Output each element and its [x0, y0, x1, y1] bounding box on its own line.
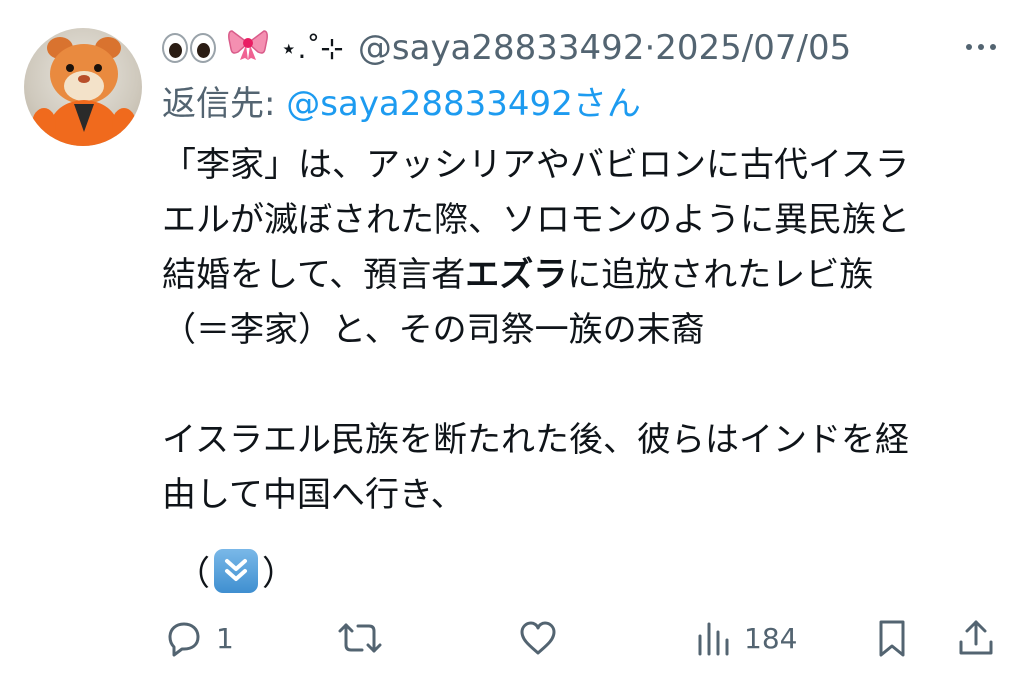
- bookmark-button[interactable]: [870, 612, 914, 664]
- user-handle[interactable]: @saya28833492: [358, 28, 645, 68]
- bookmark-icon: [879, 620, 905, 657]
- views-chart-icon: [698, 622, 729, 656]
- eyes-emoji-icon: [162, 33, 216, 63]
- reply-to-line: 返信先: @saya28833492さん: [162, 76, 641, 125]
- text-line: 結婚をして、預言者エズラに追放されたレビ族: [162, 255, 873, 295]
- views-count: 184: [744, 621, 798, 655]
- text-line: イスラエル民族を断たれた後、彼らはインドを経: [162, 420, 909, 460]
- action-bar: 1 184: [162, 612, 998, 664]
- reply-to-prefix: 返信先:: [162, 84, 287, 124]
- bold-text-segment: エズラ: [465, 255, 568, 295]
- text-line: 「李家」は、アッシリアやバビロンに古代イスラ: [162, 145, 909, 185]
- reply-icon: [168, 622, 200, 657]
- hamster-plush-avatar-image: [32, 37, 136, 146]
- reply-count: 1: [216, 621, 234, 655]
- text-line: エルが滅ぼされた際、ソロモンのように異民族と: [162, 200, 910, 240]
- avatar[interactable]: [24, 28, 142, 146]
- reply-button[interactable]: 1: [162, 612, 234, 664]
- ribbon-emoji-icon: [228, 27, 268, 70]
- reply-to-mention[interactable]: @saya28833492: [286, 84, 573, 124]
- header-separator: ·: [644, 28, 656, 68]
- text-line: 由して中国へ行き、: [162, 475, 465, 515]
- share-icon: [959, 620, 993, 655]
- paragraph-1: 「李家」は、アッシリアやバビロンに古代イスラ エルが滅ぼされた際、ソロモンのよう…: [162, 138, 992, 358]
- text-segment: に追放されたレビ族: [567, 255, 874, 295]
- more-options-icon[interactable]: [966, 44, 996, 50]
- open-paren: （: [176, 554, 210, 594]
- retweet-icon: [338, 623, 382, 653]
- tweet-header: ⋆.˚⊹ @saya28833492 · 2025/07/05: [162, 22, 942, 74]
- paragraph-2: イスラエル民族を断たれた後、彼らはインドを経 由して中国へ行き、: [162, 413, 992, 523]
- views-button[interactable]: 184: [694, 612, 797, 664]
- retweet-button[interactable]: [334, 612, 386, 664]
- tweet-text: 「李家」は、アッシリアやバビロンに古代イスラ エルが滅ぼされた際、ソロモンのよう…: [162, 138, 992, 523]
- sparkle-decoration: ⋆.˚⊹: [280, 31, 344, 65]
- text-line: （＝李家）と、その司祭一族の末裔: [162, 310, 705, 350]
- heart-icon: [520, 621, 556, 655]
- tweet-date[interactable]: 2025/07/05: [655, 28, 851, 68]
- reply-to-suffix[interactable]: さん: [573, 84, 641, 124]
- close-paren: ）: [262, 554, 296, 594]
- like-button[interactable]: [516, 612, 560, 664]
- paragraph-3: （ ）: [176, 546, 296, 595]
- double-down-arrow-emoji-icon: [214, 548, 258, 593]
- share-button[interactable]: [954, 612, 998, 664]
- text-segment: 結婚をして、預言者: [162, 255, 466, 295]
